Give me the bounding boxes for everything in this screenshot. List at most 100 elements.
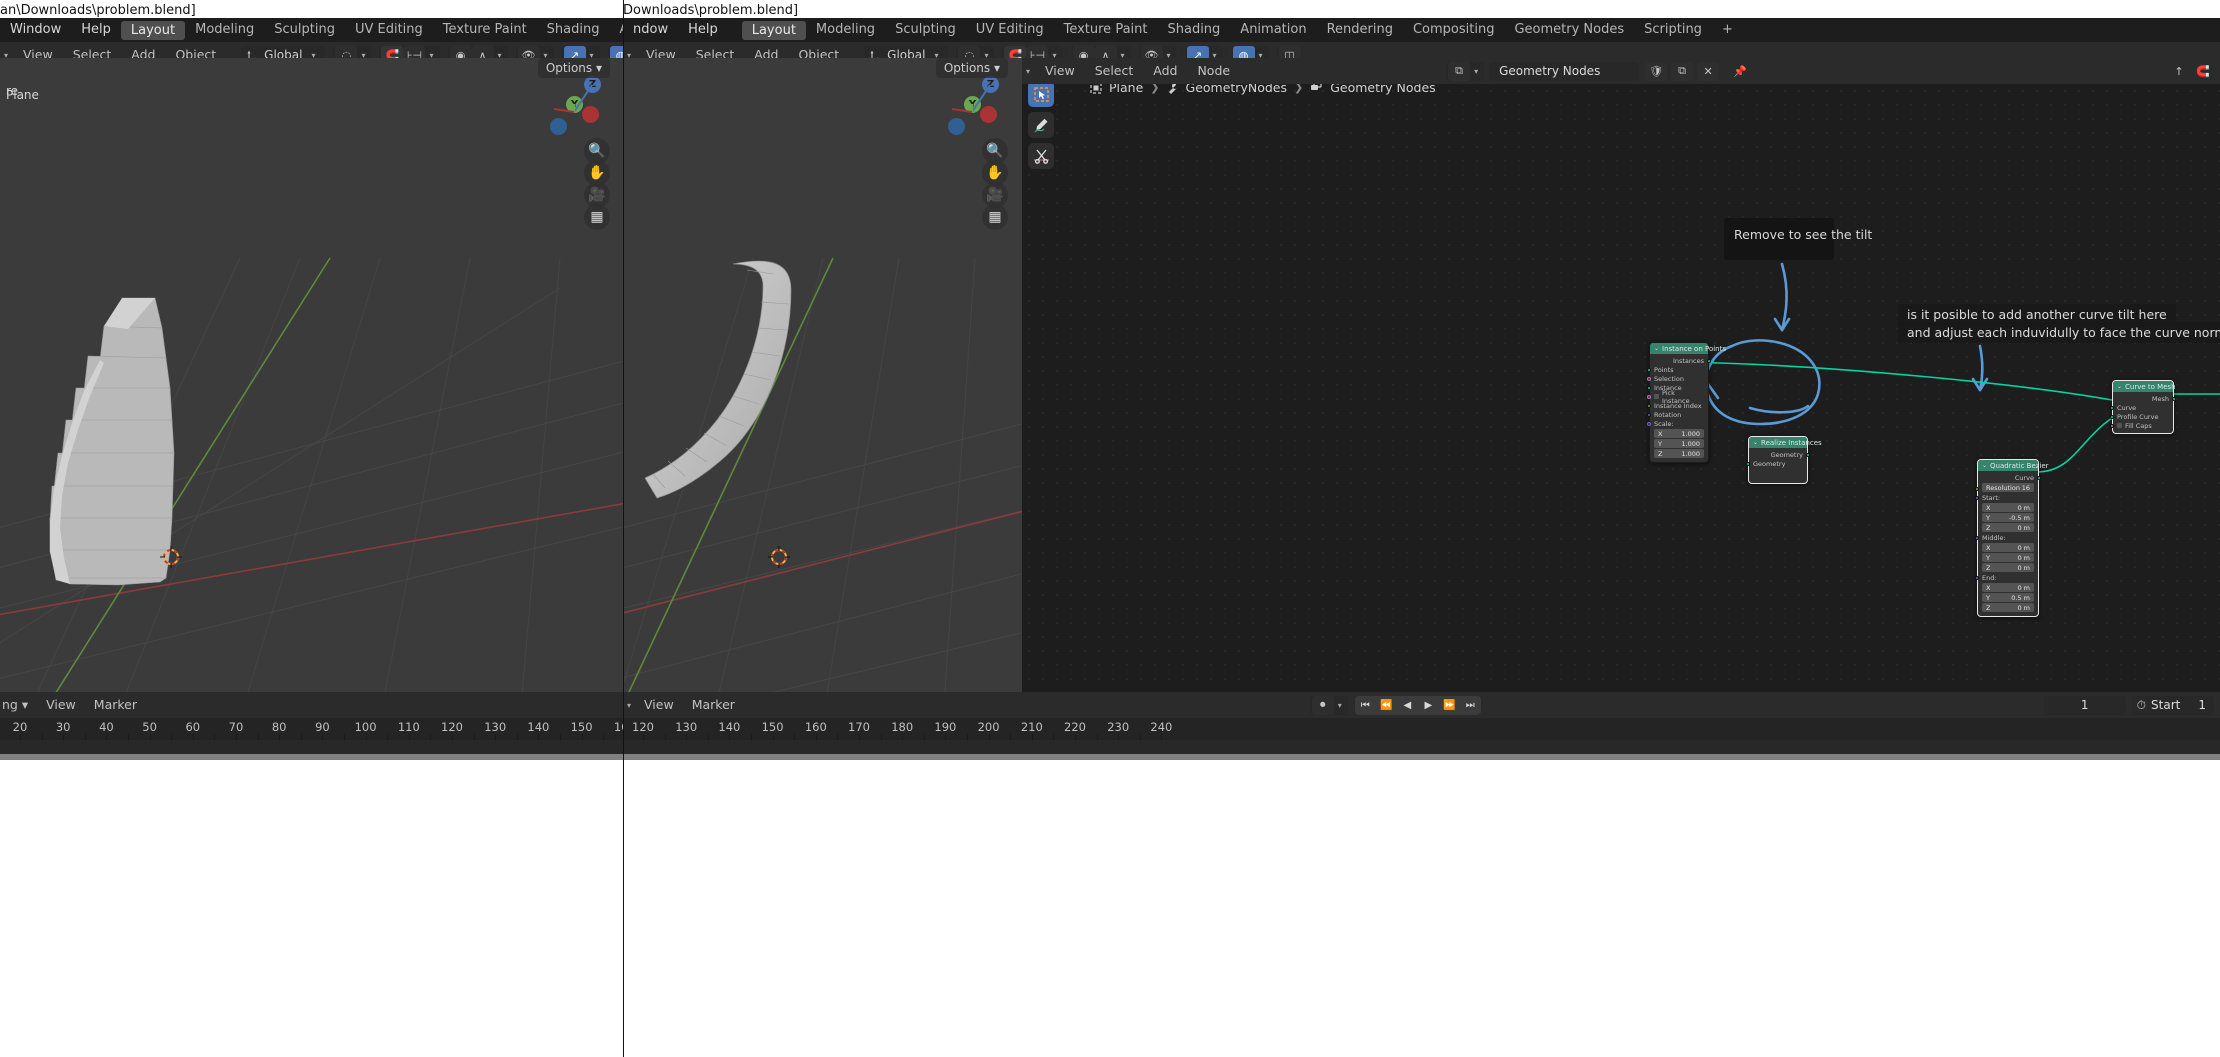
tab-sculpting-left[interactable]: Sculpting <box>264 18 345 42</box>
datablock-name-field[interactable]: Geometry Nodes <box>1489 61 1640 81</box>
pin-icon[interactable]: 📌 <box>1729 62 1751 81</box>
node-input-geometry[interactable]: Geometry <box>1746 459 1807 468</box>
navigation-gizmo-left[interactable]: Z Y <box>546 76 610 140</box>
socket-vector-icon[interactable] <box>1647 421 1651 426</box>
node-quadratic-bezier[interactable]: ⌄ Quadratic Bezier Curve Resolution 16 S… <box>1975 459 2049 617</box>
tab-modeling-right[interactable]: Modeling <box>806 18 885 42</box>
middle-y-field[interactable]: Y0 m <box>1982 553 2034 562</box>
node-output-mesh[interactable]: Mesh <box>2113 394 2176 403</box>
collapse-chevron-icon[interactable]: ⌄ <box>1982 462 1987 469</box>
socket-vector-icon[interactable] <box>1975 575 1979 580</box>
tab-modeling-left[interactable]: Modeling <box>185 18 264 42</box>
node-menu-view-right[interactable]: View <box>1036 58 1084 84</box>
node-input-fill-caps[interactable]: Fill Caps <box>2110 421 2173 430</box>
prev-keyframe-button-right[interactable]: ⏪ <box>1375 695 1397 715</box>
tab-animation-right[interactable]: Animation <box>1230 18 1316 42</box>
menu-window-left[interactable]: Window <box>0 18 71 42</box>
play-button-right[interactable]: ▶ <box>1417 695 1439 715</box>
node-menu-node-right[interactable]: Node <box>1188 58 1239 84</box>
middle-x-field[interactable]: X0 m <box>1982 543 2034 552</box>
node-header[interactable]: ⌄ Instance on Points <box>1650 343 1726 354</box>
node-input-points[interactable]: Points <box>1647 365 1708 374</box>
tab-geometry-nodes-right[interactable]: Geometry Nodes <box>1504 18 1634 42</box>
node-input-profile-curve[interactable]: Profile Curve <box>2110 412 2173 421</box>
jump-to-start-button-right[interactable]: ⏮ <box>1354 695 1376 715</box>
socket-vector-icon[interactable] <box>1975 535 1979 540</box>
scale-z-field[interactable]: Z 1.000 <box>1654 449 1704 458</box>
socket-boolean-icon[interactable] <box>2110 423 2114 428</box>
tab-texture-paint-right[interactable]: Texture Paint <box>1054 18 1158 42</box>
collapse-chevron-icon[interactable]: ⌄ <box>2117 383 2122 390</box>
node-menu-select-right[interactable]: Select <box>1086 58 1143 84</box>
node-curve-to-mesh[interactable]: ⌄ Curve to Mesh Mesh Curve Profile Curve… <box>2110 380 2176 434</box>
socket-integer-icon[interactable] <box>1975 487 1979 491</box>
node-realize-instances-right[interactable]: ⌄ Realize Instances Geometry Geometry <box>1746 436 1822 484</box>
end-z-field[interactable]: Z0 m <box>1982 603 2034 612</box>
toggle-perspective-icon-left[interactable]: ▦ <box>584 204 610 230</box>
scale-y-field[interactable]: Y 1.000 <box>1654 439 1704 448</box>
socket-geometry-icon[interactable] <box>2110 405 2114 410</box>
viewport-options-button-right[interactable]: Options ▾ <box>935 58 1008 78</box>
tab-texture-paint-left[interactable]: Texture Paint <box>433 18 537 42</box>
next-keyframe-button-right[interactable]: ⏩ <box>1438 695 1460 715</box>
node-input-rotation[interactable]: Rotation <box>1647 410 1708 419</box>
start-y-field[interactable]: Y -0.5 m <box>1982 513 2034 522</box>
viewport-3d-right[interactable]: Z Y 🔍 ✋ 🎥 ▦ Options ▾ <box>623 58 1022 692</box>
tab-shading-left[interactable]: Shading <box>537 18 610 42</box>
current-frame-field[interactable]: 1 <box>2043 695 2126 715</box>
node-header[interactable]: ⌄ Quadratic Bezier <box>1978 460 2049 471</box>
tab-layout-right[interactable]: Layout <box>741 20 806 40</box>
socket-vector-icon[interactable] <box>1975 495 1979 500</box>
node-instance-on-points-right[interactable]: ⌄ Instance on Points Instances Points Se… <box>1647 342 1726 463</box>
start-x-field[interactable]: X0 m <box>1982 503 2034 512</box>
playback-controls-right[interactable]: ⏮ ⏪ ◀ ▶ ⏩ ⏭ <box>1354 695 1481 715</box>
node-input-start[interactable]: Start: <box>1975 493 2038 502</box>
duplicate-datablock-icon[interactable]: ⧉ <box>1671 61 1694 81</box>
tab-uv-editing-right[interactable]: UV Editing <box>966 18 1054 42</box>
node-menu-add-right[interactable]: Add <box>1144 58 1186 84</box>
tab-rendering-right[interactable]: Rendering <box>1317 18 1403 42</box>
start-z-field[interactable]: Z0 m <box>1982 523 2034 532</box>
resolution-field[interactable]: Resolution 16 <box>1982 483 2034 492</box>
node-input-selection[interactable]: Selection <box>1647 374 1708 383</box>
record-icon[interactable]: ⏺ <box>1311 695 1334 715</box>
play-reverse-button-right[interactable]: ◀ <box>1396 695 1418 715</box>
timeline-menu-view-right[interactable]: View <box>635 692 683 718</box>
node-output-geometry[interactable]: Geometry <box>1749 450 1810 459</box>
datablock-type-dropdown[interactable]: ⧉ ▾ <box>1446 61 1485 81</box>
socket-integer-icon[interactable] <box>1647 403 1651 408</box>
toggle-perspective-icon-right[interactable]: ▦ <box>982 204 1008 230</box>
node-input-end[interactable]: End: <box>1975 573 2038 582</box>
node-input-pick-instance[interactable]: Pick Instance <box>1647 389 1708 405</box>
socket-geometry-icon[interactable] <box>2110 414 2114 419</box>
menu-window-right[interactable]: ndow <box>623 18 678 42</box>
socket-geometry-icon[interactable] <box>1647 385 1651 390</box>
tab-layout-left[interactable]: Layout <box>120 20 186 40</box>
auto-keying-group-right[interactable]: ⏺ ▾ <box>1309 695 1348 715</box>
end-y-field[interactable]: Y 0.5 m <box>1982 593 2034 602</box>
socket-geometry-icon[interactable] <box>1707 358 1711 363</box>
socket-geometry-icon[interactable] <box>1647 367 1651 372</box>
frame-start-field[interactable]: ⏱ Start 1 <box>2131 695 2215 715</box>
timeline-editor-type-right[interactable]: ▾ <box>623 701 635 710</box>
timeline-editor-type-left[interactable]: ng ▾ <box>0 692 37 718</box>
socket-geometry-icon[interactable] <box>2172 396 2176 401</box>
tab-uv-editing-left[interactable]: UV Editing <box>345 18 433 42</box>
viewport-3d-left[interactable]: re Plane Z Y 🔍 ✋ 🎥 ▦ Options ▾ <box>0 58 624 692</box>
socket-rotation-icon[interactable] <box>1647 412 1651 417</box>
node-input-curve[interactable]: Curve <box>2110 403 2173 412</box>
timeline-menu-marker-left[interactable]: Marker <box>85 692 146 718</box>
pick-instance-checkbox[interactable] <box>1654 394 1659 399</box>
tab-compositing-right[interactable]: Compositing <box>1403 18 1505 42</box>
node-output-instances[interactable]: Instances <box>1650 356 1711 365</box>
node-header[interactable]: ⌄ Realize Instances <box>1749 437 1822 448</box>
tab-shading-right[interactable]: Shading <box>1157 18 1230 42</box>
tab-scripting-right[interactable]: Scripting <box>1634 18 1712 42</box>
geometry-nodes-icon[interactable]: ⧉ <box>1448 61 1471 81</box>
navigation-gizmo-right[interactable]: Z Y <box>944 76 1008 140</box>
viewport-options-button-left[interactable]: Options ▾ <box>537 58 610 78</box>
tab-sculpting-right[interactable]: Sculpting <box>885 18 966 42</box>
collapse-chevron-icon[interactable]: ⌄ <box>1654 345 1659 352</box>
unlink-datablock-icon[interactable]: ✕ <box>1697 61 1720 81</box>
node-editor-type-chevron-right[interactable]: ▾ <box>1022 67 1034 76</box>
